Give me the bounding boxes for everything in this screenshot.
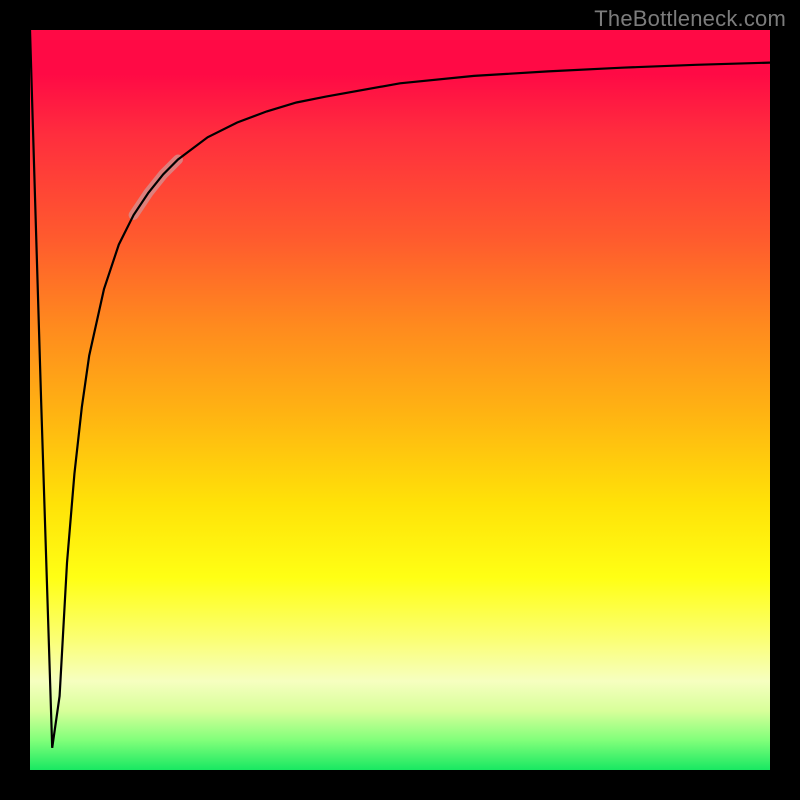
- chart-frame: TheBottleneck.com: [0, 0, 800, 800]
- attribution-text: TheBottleneck.com: [594, 6, 786, 32]
- plot-area: [30, 30, 770, 770]
- curve-main: [30, 30, 770, 748]
- curve-highlight: [134, 160, 178, 216]
- curve-layer: [30, 30, 770, 770]
